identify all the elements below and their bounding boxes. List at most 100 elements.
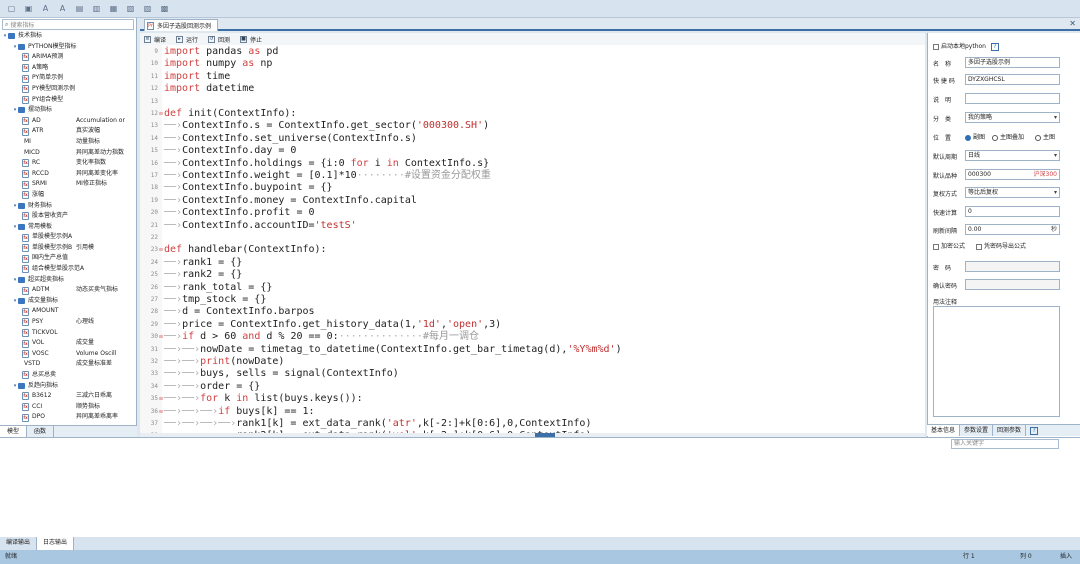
tree-item[interactable]: MICD 异同离差动力指数 — [0, 148, 137, 159]
help-icon[interactable]: ? — [990, 43, 999, 51]
tree-search-input[interactable]: ⌕ 搜索指标 — [2, 19, 134, 30]
tree-item[interactable]: fx RC 变化率指数 — [0, 158, 137, 169]
confirm-password-field[interactable] — [965, 279, 1060, 290]
code-line[interactable]: 19 ──›ContextInfo.money = ContextInfo.cap… — [140, 195, 925, 207]
save-icon[interactable]: ▣ — [23, 3, 34, 14]
copy-icon[interactable]: ▤ — [74, 3, 85, 14]
code-line[interactable]: 17 ──›ContextInfo.weight = [0.1]*10······… — [140, 170, 925, 182]
tree-item[interactable]: fx 涨幅 — [0, 190, 137, 201]
tab-params[interactable]: 参数设置 — [960, 425, 994, 436]
tree-item[interactable]: fx VOSC Volume Oscill — [0, 349, 137, 360]
font-decrease-icon[interactable]: A — [40, 3, 51, 14]
code-line[interactable]: 22 — [140, 232, 925, 244]
code-line[interactable]: 34 ──›──›order = {} — [140, 381, 925, 393]
code-line[interactable]: 27 ──›tmp_stock = {} — [140, 294, 925, 306]
document-tab[interactable]: PY 多因子选股回测示例 — [144, 19, 219, 31]
tab-function[interactable]: 函数 — [27, 426, 55, 437]
tree-item[interactable]: fx ARIMA预测 — [0, 52, 137, 63]
refresh-field[interactable]: 0.00 秒 — [965, 224, 1060, 235]
tab-log-output[interactable]: 日志输出 — [37, 537, 75, 550]
code-line[interactable]: 13 — [140, 96, 925, 108]
position-radio-sub[interactable]: 副图 — [965, 132, 985, 141]
code-line[interactable]: 11 import time — [140, 71, 925, 83]
local-python-checkbox[interactable]: 启动本地python ? — [933, 41, 999, 51]
tree-item[interactable]: fx PY组合模型 — [0, 95, 137, 106]
description-field[interactable] — [965, 93, 1060, 104]
tree-item[interactable]: ▾ 成交量指标 — [0, 296, 137, 307]
tree-item[interactable]: fx ATR 真实波幅 — [0, 126, 137, 137]
tree-item[interactable]: fx SRMI MI修正指标 — [0, 179, 137, 190]
compile-button[interactable]: ≡ 编译 — [144, 35, 166, 44]
code-line[interactable]: 13 ──›ContextInfo.s = ContextInfo.get_sec… — [140, 120, 925, 132]
run-button[interactable]: ▸ 运行 — [176, 35, 198, 44]
code-line[interactable]: 12 import datetime — [140, 83, 925, 95]
tree-item[interactable]: ▾ 摆动指标 — [0, 105, 137, 116]
export-password-checkbox[interactable]: 凭密码导出公式 — [976, 241, 1026, 250]
notes-textarea[interactable] — [933, 306, 1060, 417]
tree-item[interactable]: fx 总买总卖 — [0, 370, 137, 381]
encrypt-checkbox[interactable]: 加密公式 — [933, 241, 965, 250]
tree-item[interactable]: MI 动量指标 — [0, 137, 137, 148]
tree-item[interactable]: fx DPO 异同离差乖离率 — [0, 412, 137, 423]
adjust-select[interactable]: 等比后复权 ▾ — [965, 187, 1060, 198]
tree-item[interactable]: fx PY模型回测示例 — [0, 84, 137, 95]
code-line[interactable]: 23⊟ def handlebar(ContextInfo): — [140, 244, 925, 256]
import-icon[interactable]: ▦ — [108, 3, 119, 14]
code-line[interactable]: 37 ──›──›──›──›rank1[k] = ext_data_rank('… — [140, 418, 925, 430]
code-line[interactable]: 21 ──›ContextInfo.accountID='testS' — [140, 220, 925, 232]
position-radio-main[interactable]: 主图 — [1035, 132, 1055, 141]
tree-item[interactable]: ▾ 技术指标 — [0, 31, 137, 42]
code-line[interactable]: 9 import pandas as pd — [140, 46, 925, 58]
code-line[interactable]: 33 ──›──›buys, sells = signal(ContextInfo… — [140, 368, 925, 380]
code-line[interactable]: 24 ──›rank1 = {} — [140, 257, 925, 269]
tree-item[interactable]: VSTD 成交量标准差 — [0, 359, 137, 370]
tree-item[interactable]: fx PSY 心理线 — [0, 317, 137, 328]
tree-item[interactable]: fx CCI 顺势指标 — [0, 402, 137, 413]
tree-item[interactable]: fx PY简单示例 — [0, 73, 137, 84]
tree-item[interactable]: fx 单股模型示例B 引用模 — [0, 243, 137, 254]
position-radio-overlay[interactable]: 主图叠加 — [992, 132, 1024, 141]
tree-item[interactable]: fx A策略 — [0, 63, 137, 74]
code-line[interactable]: 18 ──›ContextInfo.buypoint = {} — [140, 182, 925, 194]
new-file-icon[interactable]: ▢ — [6, 3, 17, 14]
tree-item[interactable]: ▾ 超买超卖指标 — [0, 275, 137, 286]
code-line[interactable]: 16 ──›ContextInfo.holdings = {i:0 for i i… — [140, 158, 925, 170]
shortcut-field[interactable]: DYZXGHCSL — [965, 74, 1060, 85]
tab-model[interactable]: 模型 — [0, 426, 28, 437]
tree-item[interactable]: fx 国内生产总值 — [0, 253, 137, 264]
print-icon[interactable]: ▨ — [142, 3, 153, 14]
font-increase-icon[interactable]: A — [57, 3, 68, 14]
category-select[interactable]: 我的策略 ▾ — [965, 112, 1060, 123]
backtest-button[interactable]: ↺ 回测 — [208, 35, 230, 44]
code-line[interactable]: 31 ──›──›nowDate = timetag_to_datetime(Co… — [140, 344, 925, 356]
stop-button[interactable]: ■ 停止 — [240, 35, 262, 44]
close-icon[interactable]: ✕ — [1069, 19, 1076, 28]
tree-item[interactable]: ▾ PYTHON模型指标 — [0, 42, 137, 53]
tree-item[interactable]: fx TICKVOL — [0, 328, 137, 339]
code-line[interactable]: 10 import numpy as np — [140, 58, 925, 70]
tree-item[interactable]: fx AMOUNT — [0, 306, 137, 317]
code-line[interactable]: 30⊟ ──›if d > 60 and d % 20 == 0:········… — [140, 331, 925, 343]
code-line[interactable]: 29 ──›price = ContextInfo.get_history_dat… — [140, 319, 925, 331]
tree-item[interactable]: fx AD Accumulation or — [0, 116, 137, 127]
code-line[interactable]: 15 ──›ContextInfo.day = 0 — [140, 145, 925, 157]
tree-item[interactable]: ▾ 财务指标 — [0, 201, 137, 212]
export-icon[interactable]: ▧ — [125, 3, 136, 14]
code-line[interactable]: 20 ──›ContextInfo.profit = 0 — [140, 207, 925, 219]
code-editor[interactable]: 9 import pandas as pd 10 import numpy as np… — [140, 45, 925, 435]
tree-item[interactable]: fx B3612 三减六日乖离 — [0, 391, 137, 402]
tree-item[interactable]: ▾ 反趋向指标 — [0, 381, 137, 392]
tab-backtest-params[interactable]: 回测参数 — [993, 425, 1027, 436]
code-line[interactable]: 25 ──›rank2 = {} — [140, 269, 925, 281]
name-field[interactable]: 多因子选股示例 — [965, 57, 1060, 68]
tree-item[interactable]: fx 股本营收资产 — [0, 211, 137, 222]
settings-icon[interactable]: ▩ — [159, 3, 170, 14]
period-select[interactable]: 日线 ▾ — [965, 150, 1060, 161]
tree-item[interactable]: fx ADTM 动态买卖气指标 — [0, 285, 137, 296]
code-line[interactable]: 14 ──›ContextInfo.set_universe(ContextInf… — [140, 133, 925, 145]
tree-item[interactable]: fx 单股模型示例A — [0, 232, 137, 243]
tree-item[interactable]: fx VOL 成交量 — [0, 338, 137, 349]
code-line[interactable]: 36⊟ ──›──›──›if buys[k] == 1: — [140, 406, 925, 418]
help-icon[interactable]: ? — [1030, 427, 1039, 435]
code-line[interactable]: 32 ──›──›print(nowDate) — [140, 356, 925, 368]
